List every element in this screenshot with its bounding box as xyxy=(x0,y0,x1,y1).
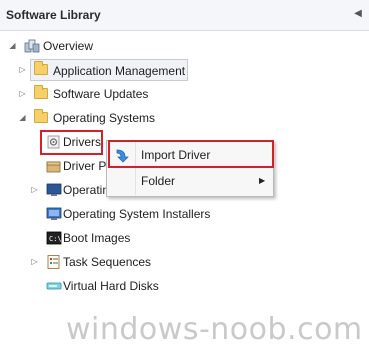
tree-item-label: Operating Systems xyxy=(53,111,156,125)
tree-item-label: Operating System Installers xyxy=(63,207,211,221)
boot-image-icon: C:\ xyxy=(46,231,62,245)
tree-item-label: Overview xyxy=(43,39,94,53)
tree-item-virtual-hard-disks[interactable]: Virtual Hard Disks xyxy=(46,276,196,296)
panel-title: Software Library xyxy=(6,8,101,22)
folder-icon xyxy=(34,109,48,123)
tree-item-label: Software Updates xyxy=(53,87,149,101)
menu-item-folder[interactable]: Folder ▶ xyxy=(109,169,271,193)
tree-item-application-management[interactable]: ▷ Application Management xyxy=(18,60,188,80)
tree-item-label: Driver P xyxy=(63,159,106,173)
os-installer-icon xyxy=(46,207,62,220)
tree-item-operating-systems[interactable]: ◢ Operating Systems xyxy=(18,108,188,128)
overview-icon xyxy=(24,39,40,53)
tree-item-drivers[interactable]: Drivers xyxy=(46,132,101,152)
expand-triangle-icon[interactable]: ▷ xyxy=(30,185,39,194)
tree-item-boot-images[interactable]: C:\ Boot Images xyxy=(46,228,166,248)
folder-icon xyxy=(34,85,48,99)
tree-item-software-updates[interactable]: ▷ Software Updates xyxy=(18,84,188,104)
tree-item-os-installers[interactable]: Operating System Installers xyxy=(46,204,226,224)
submenu-arrow-icon: ▶ xyxy=(259,176,266,185)
package-icon xyxy=(46,161,61,173)
expand-triangle-icon[interactable]: ▷ xyxy=(18,89,27,98)
collapse-arrow-icon[interactable]: ◀ xyxy=(353,8,363,20)
os-image-icon xyxy=(46,183,62,196)
watermark: windows-noob.com xyxy=(66,312,363,347)
import-driver-highlight-box xyxy=(108,140,274,168)
tree-item-label: Boot Images xyxy=(63,231,131,245)
collapse-triangle-icon[interactable]: ◢ xyxy=(8,41,17,50)
tree-item-overview[interactable]: ◢ Overview xyxy=(8,36,208,56)
task-sequence-icon xyxy=(47,255,60,269)
tree-item-label: Application Management xyxy=(53,64,186,78)
svg-text:C:\: C:\ xyxy=(49,235,62,243)
driver-icon xyxy=(47,135,60,149)
menu-item-label: Folder xyxy=(141,174,176,188)
tree-item-task-sequences[interactable]: ▷ Task Sequences xyxy=(30,252,180,272)
expand-triangle-icon[interactable]: ▷ xyxy=(18,65,27,74)
tree-item-driver-packages[interactable]: Driver P xyxy=(46,156,106,176)
virtual-disk-icon xyxy=(46,282,62,290)
tree-item-label: Task Sequences xyxy=(63,255,152,269)
expand-triangle-icon[interactable]: ▷ xyxy=(30,257,39,266)
tree-item-label: Drivers xyxy=(63,135,101,149)
collapse-triangle-icon[interactable]: ◢ xyxy=(18,113,27,122)
panel-header: Software Library ◀ xyxy=(0,0,369,31)
tree-item-label: Virtual Hard Disks xyxy=(63,279,159,293)
folder-icon xyxy=(34,61,48,75)
